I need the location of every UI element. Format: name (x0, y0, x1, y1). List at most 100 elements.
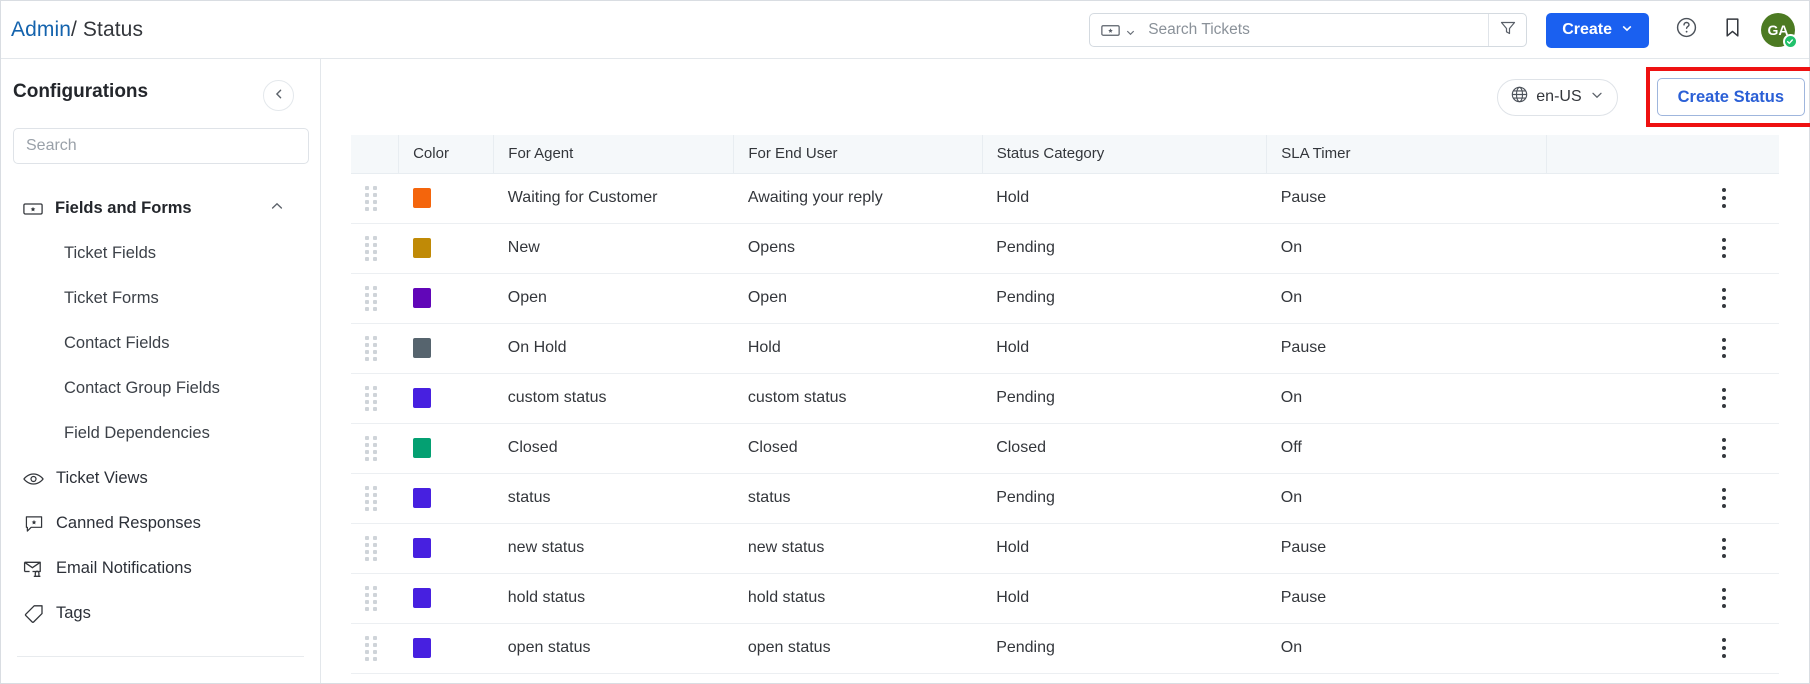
avatar[interactable]: GA (1761, 13, 1798, 49)
drag-handle-cell[interactable] (351, 273, 399, 324)
chevron-down-icon (1125, 25, 1136, 36)
table-row[interactable]: Open Open Pending On (351, 273, 1779, 324)
sidebar-search-input[interactable] (13, 128, 309, 164)
sidebar-item-ticket-views[interactable]: Ticket Views (1, 456, 320, 501)
table-row[interactable]: Closed Closed Closed Off (351, 423, 1779, 474)
drag-handle-cell[interactable] (351, 623, 399, 674)
drag-handle-icon[interactable] (365, 285, 377, 311)
sidebar-item-contact-fields[interactable]: Contact Fields (1, 321, 320, 366)
color-cell (398, 623, 494, 674)
sidebar-item-email-notifications[interactable]: Email Notifications (1, 546, 320, 591)
sidebar-item-label: Field Dependencies (64, 424, 210, 442)
table-row[interactable]: New Opens Pending On (351, 223, 1779, 274)
for-end-user-cell: status (733, 473, 983, 524)
bookmark-button[interactable] (1715, 13, 1749, 47)
breadcrumb-admin-link[interactable]: Admin (11, 18, 71, 41)
for-agent-cell: Waiting for Customer (493, 173, 734, 224)
drag-handle-icon[interactable] (365, 635, 377, 661)
drag-handle-cell[interactable] (351, 323, 399, 374)
status-category-cell: Closed (982, 423, 1267, 474)
ticket-type-selector[interactable] (1090, 14, 1144, 46)
top-bar: Admin/ Status Search Tickets Create GA (1, 1, 1809, 59)
drag-handle-cell[interactable] (351, 373, 399, 424)
sidebar-item-fields-and-forms[interactable]: Fields and Forms (1, 186, 320, 231)
drag-handle-cell[interactable] (351, 223, 399, 274)
drag-handle-cell[interactable] (351, 523, 399, 574)
drag-handle-icon[interactable] (365, 535, 377, 561)
drag-handle-cell[interactable] (351, 573, 399, 624)
row-menu-button[interactable] (1713, 638, 1735, 658)
sla-timer-cell: On (1266, 373, 1547, 424)
table-row[interactable]: status status Pending On (351, 473, 1779, 524)
sidebar-item-ticket-fields[interactable]: Ticket Fields (1, 231, 320, 276)
table-row[interactable]: new status new status Hold Pause (351, 523, 1779, 574)
help-circle-icon (1675, 16, 1698, 44)
column-header-for-agent: For Agent (493, 135, 735, 174)
color-swatch (412, 488, 431, 508)
row-actions-cell (1546, 423, 1779, 474)
table-row[interactable]: On Hold Hold Hold Pause (351, 323, 1779, 374)
table-row[interactable]: hold status hold status Hold Pause (351, 573, 1779, 624)
table-body: Waiting for Customer Awaiting your reply H… (351, 173, 1779, 674)
sidebar-item-canned-responses[interactable]: Canned Responses (1, 501, 320, 546)
table-header: Color For Agent For End User Status Cate… (351, 135, 1779, 174)
sidebar-item-label: Contact Group Fields (64, 379, 220, 397)
sidebar-item-ticket-forms[interactable]: Ticket Forms (1, 276, 320, 321)
row-menu-button[interactable] (1713, 388, 1735, 408)
table-row[interactable]: custom status custom status Pending On (351, 373, 1779, 424)
color-swatch (412, 238, 431, 258)
search-filter-button[interactable] (1488, 14, 1526, 46)
status-category-cell: Pending (982, 273, 1267, 324)
row-menu-button[interactable] (1713, 438, 1735, 458)
row-menu-button[interactable] (1713, 588, 1735, 608)
row-menu-button[interactable] (1713, 338, 1735, 358)
sidebar-collapse-button[interactable] (263, 80, 294, 111)
row-menu-button[interactable] (1713, 188, 1735, 208)
color-swatch (412, 438, 431, 458)
table-row[interactable]: open status open status Pending On (351, 623, 1779, 674)
drag-handle-icon[interactable] (365, 335, 377, 361)
create-button[interactable]: Create (1546, 12, 1649, 48)
drag-handle-icon[interactable] (365, 235, 377, 261)
for-agent-cell: Closed (493, 423, 734, 474)
for-agent-cell: New (493, 223, 734, 274)
color-swatch (412, 188, 431, 208)
drag-handle-icon[interactable] (365, 185, 377, 211)
drag-handle-icon[interactable] (365, 585, 377, 611)
chevron-up-icon[interactable] (270, 199, 284, 218)
ticket-icon (22, 198, 43, 219)
drag-handle-icon[interactable] (365, 435, 377, 461)
search-input[interactable] (1144, 21, 1489, 39)
column-header-color: Color (398, 135, 495, 174)
drag-handle-cell[interactable] (351, 423, 399, 474)
sla-timer-cell: On (1266, 223, 1547, 274)
create-status-button[interactable]: Create Status (1656, 78, 1805, 116)
sidebar-item-field-dependencies[interactable]: Field Dependencies (1, 411, 320, 456)
status-category-cell: Pending (982, 373, 1267, 424)
for-end-user-cell: Awaiting your reply (733, 173, 983, 224)
drag-handle-icon[interactable] (365, 485, 377, 511)
chat-star-icon (23, 513, 44, 534)
row-actions-cell (1546, 223, 1779, 274)
row-menu-button[interactable] (1713, 288, 1735, 308)
column-header-sla-timer: SLA Timer (1266, 135, 1547, 174)
chevron-down-icon (1621, 21, 1633, 39)
drag-handle-cell[interactable] (351, 473, 399, 524)
sidebar-item-tags[interactable]: Tags (1, 591, 320, 636)
row-menu-button[interactable] (1713, 488, 1735, 508)
sidebar-item-contact-group-fields[interactable]: Contact Group Fields (1, 366, 320, 411)
help-button[interactable] (1669, 13, 1703, 47)
language-selector-label: en-US (1536, 88, 1582, 105)
status-category-cell: Pending (982, 223, 1267, 274)
drag-handle-cell[interactable] (351, 173, 399, 224)
row-actions-cell (1546, 373, 1779, 424)
create-status-highlight: Create Status (1645, 67, 1810, 127)
table-row[interactable]: Waiting for Customer Awaiting your reply H… (351, 173, 1779, 224)
color-cell (398, 373, 494, 424)
row-menu-button[interactable] (1713, 238, 1735, 258)
for-end-user-cell: custom status (733, 373, 983, 424)
sidebar-item-label: Ticket Forms (64, 289, 159, 307)
language-selector[interactable]: en-US (1497, 78, 1618, 116)
row-menu-button[interactable] (1713, 538, 1735, 558)
drag-handle-icon[interactable] (365, 385, 377, 411)
